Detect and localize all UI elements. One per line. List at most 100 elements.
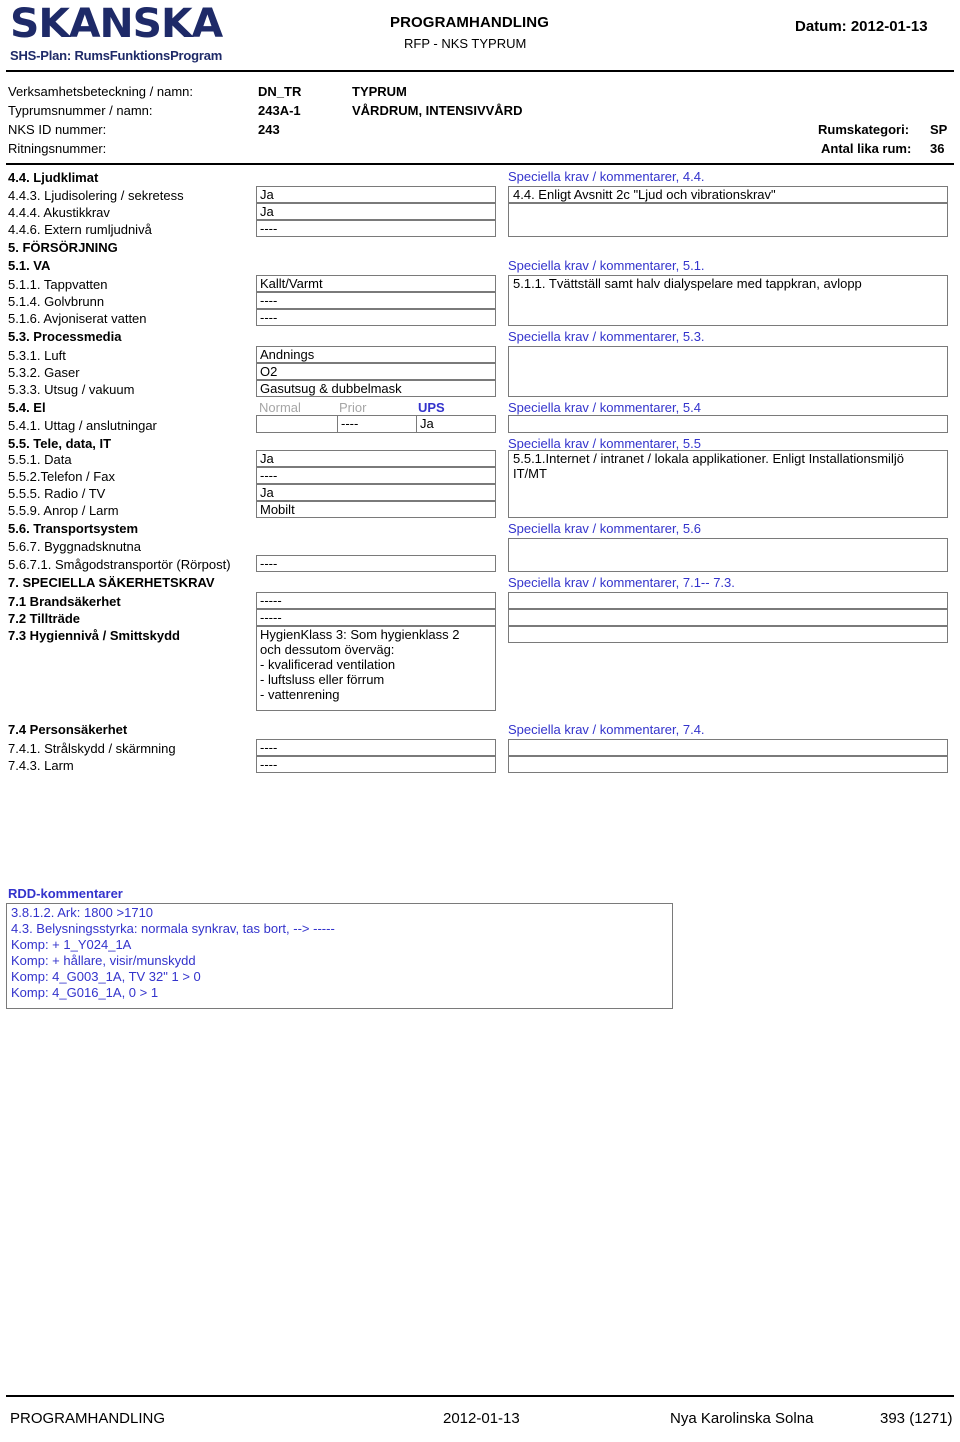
el-column-header-ups: UPS bbox=[418, 400, 445, 415]
meta-name-verksamhet: TYPRUM bbox=[352, 84, 407, 99]
section-label-7-4: 7.4 Personsäkerhet bbox=[8, 722, 128, 737]
comment-box-7-line1[interactable] bbox=[508, 592, 948, 609]
plan-subtitle: SHS-Plan: RumsFunktionsProgram bbox=[10, 48, 223, 63]
comment-box-7-4-line1[interactable] bbox=[508, 739, 948, 756]
comment-heading-5-6: Speciella krav / kommentarer, 5.6 bbox=[508, 521, 701, 536]
meta-label-antal-lika-rum: Antal lika rum: bbox=[821, 141, 912, 156]
footer-page-number: 393 (1271) bbox=[880, 1410, 953, 1427]
section-label-5-4: 5.4. El bbox=[8, 400, 46, 415]
row-value-5-1-1[interactable]: Kallt/Varmt bbox=[256, 275, 496, 292]
row-value-4-4-4[interactable]: Ja bbox=[256, 203, 496, 220]
row-label-5-5-2: 5.5.2.Telefon / Fax bbox=[8, 469, 115, 484]
meta-code-verksamhet: DN_TR bbox=[258, 84, 302, 99]
section-label-5-3: 5.3. Processmedia bbox=[8, 329, 122, 344]
row-value-5-3-3[interactable]: Gasutsug & dubbelmask bbox=[256, 380, 496, 397]
meta-code-nks-id: 243 bbox=[258, 122, 280, 137]
row-value-4-4-6[interactable]: ---- bbox=[256, 220, 496, 237]
row-value-7-1[interactable]: ----- bbox=[256, 592, 496, 609]
comment-heading-7-1-7-3: Speciella krav / kommentarer, 7.1-- 7.3. bbox=[508, 575, 735, 590]
row-value-5-4-1: ---- Ja bbox=[256, 415, 496, 433]
row-value-5-5-2[interactable]: ---- bbox=[256, 467, 496, 484]
row-label-5-5-5: 5.5.5. Radio / TV bbox=[8, 486, 106, 501]
section-label-5-6: 5.6. Transportsystem bbox=[8, 521, 139, 536]
row-label-7-1: 7.1 Brandsäkerhet bbox=[8, 594, 121, 609]
row-value-5-6-7-1[interactable]: ---- bbox=[256, 555, 496, 572]
row-value-5-1-4[interactable]: ---- bbox=[256, 292, 496, 309]
row-label-5-1-4: 5.1.4. Golvbrunn bbox=[8, 294, 105, 309]
meta-value-rumskategori: SP bbox=[930, 122, 948, 137]
row-value-7-4-1[interactable]: ---- bbox=[256, 739, 496, 756]
row-label-5-5-9: 5.5.9. Anrop / Larm bbox=[8, 503, 119, 518]
comment-heading-7-4: Speciella krav / kommentarer, 7.4. bbox=[508, 722, 705, 737]
comment-box-7-4-line2[interactable] bbox=[508, 756, 948, 773]
row-label-5-6-7: 5.6.7. Byggnadsknutna bbox=[8, 539, 141, 554]
meta-value-antal-lika-rum: 36 bbox=[930, 141, 945, 156]
comment-box-5-3[interactable] bbox=[508, 346, 948, 397]
el-column-header-normal: Normal bbox=[259, 400, 301, 415]
comment-box-5-5[interactable]: 5.5.1.Internet / intranet / lokala appli… bbox=[508, 450, 948, 518]
comment-box-7-line3[interactable] bbox=[508, 626, 948, 643]
row-value-7-4-3[interactable]: ---- bbox=[256, 756, 496, 773]
footer-document-type: PROGRAMHANDLING bbox=[10, 1410, 166, 1427]
row-label-7-4-1: 7.4.1. Strålskydd / skärmning bbox=[8, 741, 176, 756]
footer-date: 2012-01-13 bbox=[443, 1410, 520, 1427]
meta-label-typrumsnummer: Typrumsnummer / namn: bbox=[8, 103, 153, 118]
row-value-7-2[interactable]: ----- bbox=[256, 609, 496, 626]
footer-project-name: Nya Karolinska Solna bbox=[670, 1410, 814, 1427]
skanska-logo: SKANSKA bbox=[10, 1, 223, 47]
comment-box-4-4-line1[interactable]: 4.4. Enligt Avsnitt 2c "Ljud och vibrati… bbox=[508, 186, 948, 203]
meta-label-rumskategori: Rumskategori: bbox=[818, 122, 910, 137]
row-label-5-5-1: 5.5.1. Data bbox=[8, 452, 72, 467]
rdd-comments-box[interactable]: 3.8.1.2. Ark: 1800 >1710 4.3. Belysnings… bbox=[6, 903, 673, 1009]
comment-heading-5-1: Speciella krav / kommentarer, 5.1. bbox=[508, 258, 705, 273]
row-value-5-4-1-prior[interactable]: ---- bbox=[337, 416, 416, 432]
comment-box-7-line2[interactable] bbox=[508, 609, 948, 626]
row-value-4-4-3[interactable]: Ja bbox=[256, 186, 496, 203]
meta-divider bbox=[6, 163, 954, 165]
rdd-comments-title: RDD-kommentarer bbox=[8, 886, 123, 901]
row-label-5-3-3: 5.3.3. Utsug / vakuum bbox=[8, 382, 135, 397]
comment-box-5-1[interactable]: 5.1.1. Tvättställ samt halv dialyspelare… bbox=[508, 275, 948, 326]
row-label-7-3: 7.3 Hygiennivå / Smittskydd bbox=[8, 628, 180, 643]
document-reference: RFP - NKS TYPRUM bbox=[404, 36, 527, 51]
row-label-5-4-1: 5.4.1. Uttag / anslutningar bbox=[8, 418, 157, 433]
section-label-5-1: 5.1. VA bbox=[8, 258, 51, 273]
meta-label-ritningsnummer: Ritningsnummer: bbox=[8, 141, 107, 156]
el-column-header-prior: Prior bbox=[339, 400, 367, 415]
row-label-4-4-3: 4.4.3. Ljudisolering / sekretess bbox=[8, 188, 184, 203]
row-value-5-1-6[interactable]: ---- bbox=[256, 309, 496, 326]
comment-heading-5-4: Speciella krav / kommentarer, 5.4 bbox=[508, 400, 701, 415]
meta-label-nks-id: NKS ID nummer: bbox=[8, 122, 107, 137]
row-label-5-6-7-1: 5.6.7.1. Smågodstransportör (Rörpost) bbox=[8, 557, 231, 572]
comment-box-5-4[interactable] bbox=[508, 415, 948, 433]
row-label-5-1-6: 5.1.6. Avjoniserat vatten bbox=[8, 311, 147, 326]
row-value-5-4-1-normal[interactable] bbox=[257, 416, 337, 432]
section-label-4-4: 4.4. Ljudklimat bbox=[8, 170, 99, 185]
row-label-4-4-6: 4.4.6. Extern rumljudnivå bbox=[8, 222, 152, 237]
row-value-5-5-1[interactable]: Ja bbox=[256, 450, 496, 467]
row-label-7-4-3: 7.4.3. Larm bbox=[8, 758, 74, 773]
document-type-title: PROGRAMHANDLING bbox=[390, 14, 549, 31]
comment-box-5-6[interactable] bbox=[508, 538, 948, 572]
document-date: Datum: 2012-01-13 bbox=[795, 18, 928, 35]
footer-divider bbox=[6, 1395, 954, 1397]
section-label-5: 5. FÖRSÖRJNING bbox=[8, 240, 118, 255]
row-value-5-5-9[interactable]: Mobilt bbox=[256, 501, 496, 518]
row-value-5-3-2[interactable]: O2 bbox=[256, 363, 496, 380]
row-label-4-4-4: 4.4.4. Akustikkrav bbox=[8, 205, 110, 220]
section-label-5-5: 5.5. Tele, data, IT bbox=[8, 436, 112, 451]
comment-box-4-4-body[interactable] bbox=[508, 203, 948, 237]
meta-code-typrumsnummer: 243A-1 bbox=[258, 103, 301, 118]
row-label-5-3-2: 5.3.2. Gaser bbox=[8, 365, 80, 380]
comment-heading-5-5: Speciella krav / kommentarer, 5.5 bbox=[508, 436, 701, 451]
row-value-5-5-5[interactable]: Ja bbox=[256, 484, 496, 501]
section-label-7: 7. SPECIELLA SÄKERHETSKRAV bbox=[8, 575, 215, 590]
meta-name-typrumsnummer: VÅRDRUM, INTENSIVVÅRD bbox=[352, 103, 523, 118]
row-value-5-4-1-ups[interactable]: Ja bbox=[416, 416, 495, 432]
row-label-7-2: 7.2 Tillträde bbox=[8, 611, 81, 626]
comment-heading-4-4: Speciella krav / kommentarer, 4.4. bbox=[508, 169, 705, 184]
row-value-5-3-1[interactable]: Andnings bbox=[256, 346, 496, 363]
header-divider bbox=[6, 70, 954, 72]
row-value-7-3[interactable]: HygienKlass 3: Som hygienklass 2 och des… bbox=[256, 626, 496, 711]
meta-label-verksamhet: Verksamhetsbeteckning / namn: bbox=[8, 84, 193, 99]
